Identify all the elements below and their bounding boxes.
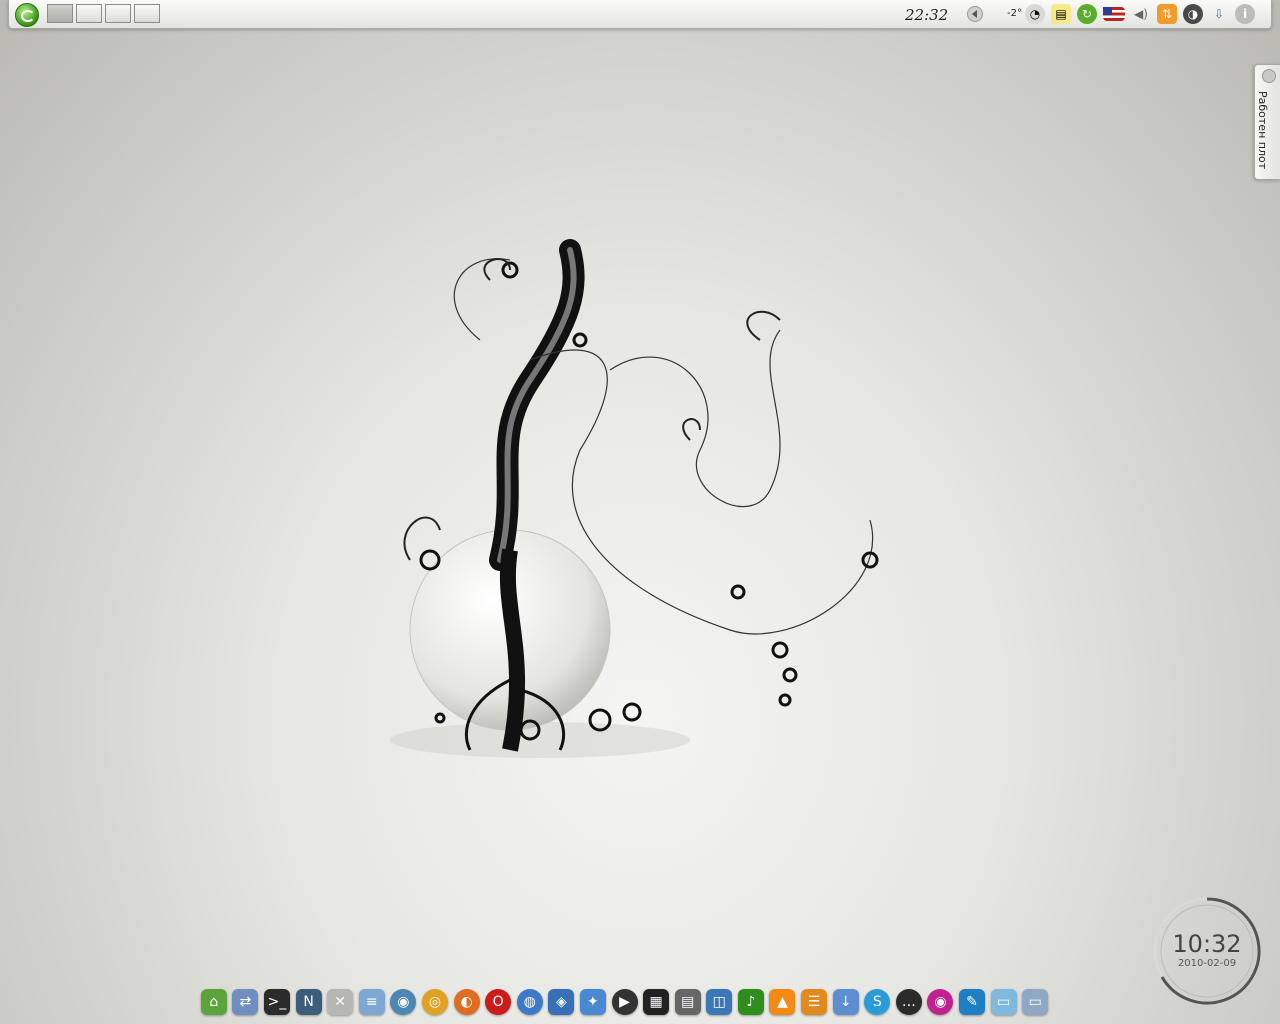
dock-item[interactable]: ✎ <box>956 986 988 1018</box>
skype-icon: S <box>864 989 891 1015</box>
dock-item[interactable]: >_ <box>261 986 293 1018</box>
dock-item[interactable]: S <box>861 986 893 1018</box>
music-player-icon: ♪ <box>737 989 764 1015</box>
dock-item[interactable]: ◎ <box>419 986 451 1018</box>
film-strip-icon: ▤ <box>674 989 701 1015</box>
gear-icon <box>1262 69 1276 83</box>
dock-item[interactable]: ⌂ <box>198 986 230 1018</box>
screenshot-icon: ◫ <box>706 989 733 1015</box>
dock-item[interactable]: ◈ <box>546 986 578 1018</box>
dock-item[interactable]: ▭ <box>988 986 1020 1018</box>
clock-date: 2010-02-09 <box>1177 958 1237 969</box>
application-launcher-icon[interactable] <box>15 3 39 27</box>
system-tray: ◔ ▤ ↻ ◀) ⇅ ◑ ⇩ i <box>1025 4 1255 24</box>
dock-item[interactable]: ▤ <box>672 986 704 1018</box>
weather-icon[interactable]: ◔ <box>1025 4 1045 24</box>
dock-item[interactable]: ≡ <box>356 986 388 1018</box>
clock-time: 10:32 <box>1172 930 1242 958</box>
pager-desktop-1[interactable] <box>47 4 73 23</box>
text-editor-icon: ≡ <box>358 989 385 1015</box>
desktop-tab-label: Работен плот <box>1256 91 1269 170</box>
photo-editor-icon: ✎ <box>959 989 986 1015</box>
dock-item[interactable]: ▭ <box>1019 986 1051 1018</box>
nvidia-settings-icon: N <box>295 989 322 1015</box>
keyboard-layout-us-icon[interactable] <box>1103 7 1125 21</box>
dock-item[interactable]: ☰ <box>798 986 830 1018</box>
chrome-icon: ◎ <box>421 989 448 1015</box>
dock-item[interactable]: ◉ <box>925 986 957 1018</box>
panel-collapse-icon[interactable] <box>967 6 983 22</box>
dock-item[interactable]: ✦ <box>577 986 609 1018</box>
desktop-toolbox-tab[interactable]: Работен плот <box>1254 64 1280 180</box>
analog-clock-widget[interactable]: 10:32 2010-02-09 <box>1148 892 1266 1010</box>
dock-item[interactable]: O <box>482 986 514 1018</box>
volume-icon[interactable]: ◀) <box>1131 4 1151 24</box>
top-panel: 22:32 -2° ◔ ▤ ↻ ◀) ⇅ ◑ ⇩ i <box>8 0 1272 29</box>
application-dock: ⌂ ⇄ >_ N ✕ ≡ ◉ ◎ ◐ O ◍ ◈ ✦ ▶ ▦ ▤ ◫ ♪ ▲ ☰ ↓ S… ◉ ✎ ▭ ▭ <box>198 986 1051 1020</box>
download-icon[interactable]: ⇩ <box>1209 4 1229 24</box>
weather-temperature[interactable]: -2° <box>1007 8 1022 19</box>
download-manager-icon: ↓ <box>832 989 859 1015</box>
network-icon[interactable]: ⇅ <box>1157 4 1177 24</box>
dock-item[interactable]: ◉ <box>388 986 420 1018</box>
dock-item[interactable]: ↓ <box>830 986 862 1018</box>
dock-item[interactable]: ◍ <box>514 986 546 1018</box>
dock-item[interactable]: ▦ <box>640 986 672 1018</box>
dock-item[interactable]: ▲ <box>767 986 799 1018</box>
terminal-icon: >_ <box>263 989 290 1015</box>
klipper-icon[interactable]: ◑ <box>1183 4 1203 24</box>
dock-item[interactable]: ◫ <box>704 986 736 1018</box>
show-desktop-icon: ▭ <box>1022 989 1049 1015</box>
dock-item[interactable]: N <box>293 986 325 1018</box>
konqueror-icon: ◍ <box>516 989 543 1015</box>
network-places-icon: ⇄ <box>232 989 259 1015</box>
vlc-icon: ▲ <box>769 989 796 1015</box>
desktop-pager[interactable] <box>47 4 160 24</box>
chat-icon: … <box>895 989 922 1015</box>
wallpaper-artwork <box>390 239 879 758</box>
rss-reader-icon: ☰ <box>801 989 828 1015</box>
system-settings-icon: ✕ <box>327 989 354 1015</box>
amarok-wolf-icon: ✦ <box>579 989 606 1015</box>
update-icon[interactable]: ↻ <box>1077 4 1097 24</box>
pager-desktop-3[interactable] <box>105 4 131 23</box>
dock-item[interactable]: ⇄ <box>230 986 262 1018</box>
pager-desktop-4[interactable] <box>134 4 160 23</box>
info-icon[interactable]: i <box>1235 4 1255 24</box>
home-folder-icon: ⌂ <box>200 989 227 1015</box>
video-editor-icon: ▦ <box>643 989 670 1015</box>
dock-item[interactable]: ◐ <box>451 986 483 1018</box>
pager-desktop-2[interactable] <box>76 4 102 23</box>
eye-viewer-icon: ◉ <box>927 989 954 1015</box>
opera-icon: O <box>485 989 512 1015</box>
notes-app-icon: ▭ <box>990 989 1017 1015</box>
dock-item[interactable]: ♪ <box>735 986 767 1018</box>
dock-item[interactable]: … <box>893 986 925 1018</box>
firefox-icon: ◐ <box>453 989 480 1015</box>
browser-globe-icon: ◉ <box>390 989 417 1015</box>
kget-icon: ◈ <box>548 989 575 1015</box>
media-player-icon: ▶ <box>611 989 638 1015</box>
notes-icon[interactable]: ▤ <box>1051 4 1071 24</box>
panel-clock[interactable]: 22:32 <box>905 6 948 24</box>
dock-item[interactable]: ✕ <box>324 986 356 1018</box>
dock-item[interactable]: ▶ <box>609 986 641 1018</box>
